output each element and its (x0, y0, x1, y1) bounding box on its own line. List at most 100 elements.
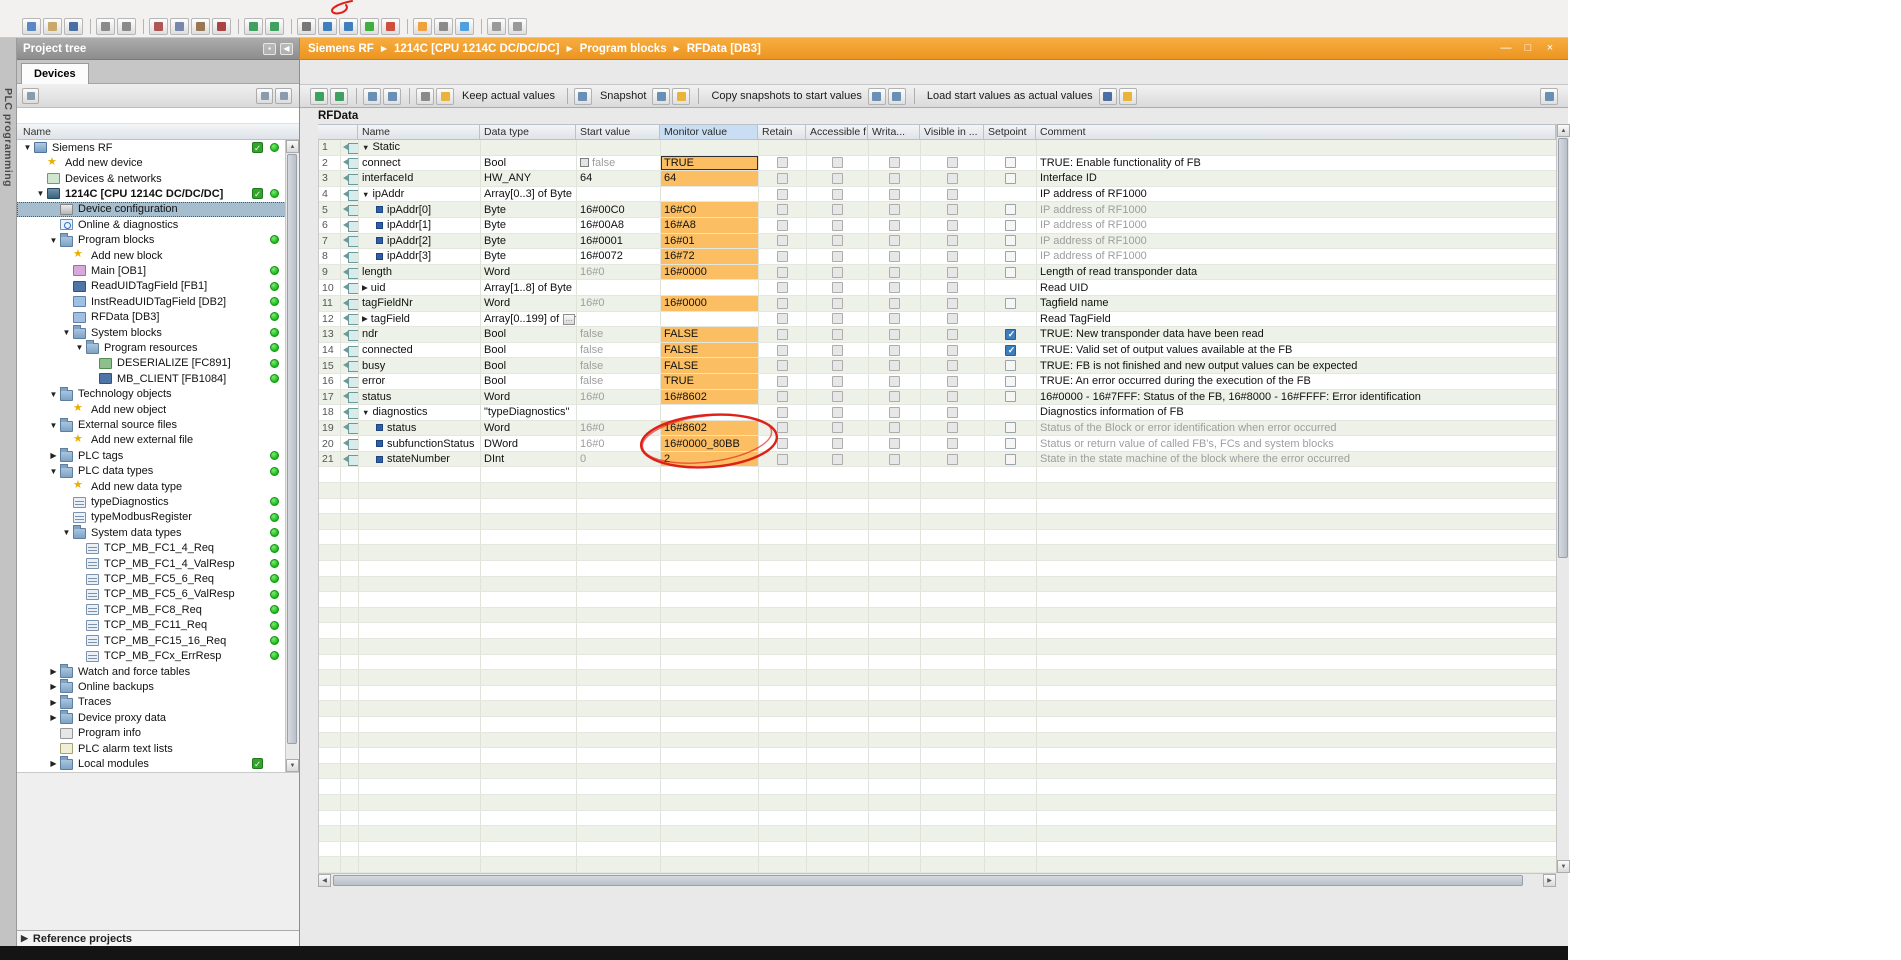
details-view-icon[interactable] (256, 88, 273, 104)
cell-start-value[interactable]: false (577, 358, 661, 373)
open-project-icon[interactable] (43, 18, 62, 35)
expand-right-icon[interactable]: ▶ (48, 698, 59, 707)
checkbox[interactable] (777, 267, 788, 278)
expand-right-icon[interactable]: ▶ (48, 451, 59, 460)
cell-start-value[interactable]: false (577, 156, 661, 171)
checkbox[interactable] (889, 173, 900, 184)
cell-data-type[interactable]: Array[0..3] of Byte (481, 187, 577, 202)
checkbox[interactable] (1005, 251, 1016, 262)
cell-name[interactable]: connected (359, 343, 481, 358)
checkbox[interactable] (777, 235, 788, 246)
paste-icon[interactable] (191, 18, 210, 35)
checkbox[interactable] (777, 204, 788, 215)
table-row-ipaddr-2[interactable]: 7ipAddr[2]Byte16#000116#01IP address of … (319, 234, 1556, 250)
filter-icon[interactable] (22, 88, 39, 104)
cell-comment[interactable]: 16#0000 - 16#7FFF: Status of the FB, 16#… (1037, 390, 1556, 405)
cell-data-type[interactable]: Byte (481, 202, 577, 217)
cell-start-value[interactable]: 16#00A8 (577, 218, 661, 233)
tree-item-plc-tags[interactable]: ▶PLC tags (17, 448, 286, 463)
copy-icon[interactable] (170, 18, 189, 35)
checkbox[interactable] (947, 282, 958, 293)
checkbox[interactable] (777, 438, 788, 449)
checkbox[interactable] (947, 422, 958, 433)
checkbox[interactable] (777, 220, 788, 231)
cell-monitor-value[interactable]: FALSE (661, 327, 759, 342)
load-start-values-icon[interactable] (1099, 88, 1117, 105)
tree-item-program-info[interactable]: Program info (17, 725, 286, 740)
copy-setpoints-to-start-icon[interactable] (888, 88, 906, 105)
tree-item-technology-objects[interactable]: ▼Technology objects (17, 387, 286, 402)
tree-item-tcp-mb-fc5-6-valresp[interactable]: TCP_MB_FC5_6_ValResp (17, 587, 286, 602)
cell-monitor-value[interactable]: TRUE (661, 156, 759, 171)
expand-down-icon[interactable]: ▼ (61, 528, 72, 537)
tree-item-traces[interactable]: ▶Traces (17, 695, 286, 710)
checkbox[interactable] (889, 422, 900, 433)
close-button[interactable]: × (1540, 41, 1560, 57)
table-row-status[interactable]: 19statusWord16#016#8602Status of the Blo… (319, 421, 1556, 437)
checkbox[interactable] (889, 360, 900, 371)
collapse-panel-icon[interactable]: ◀ (280, 43, 293, 55)
tree-item-add-new-data-type[interactable]: Add new data type (17, 479, 286, 494)
tree-item-online-backups[interactable]: ▶Online backups (17, 679, 286, 694)
cell-monitor-value[interactable]: 16#01 (661, 234, 759, 249)
checkbox[interactable] (777, 391, 788, 402)
table-row-length[interactable]: 9lengthWord16#016#0000Length of read tra… (319, 265, 1556, 281)
cell-start-value[interactable]: false (577, 327, 661, 342)
cell-monitor-value[interactable]: 2 (661, 452, 759, 467)
checkbox[interactable] (832, 329, 843, 340)
cell-name[interactable]: ▶tagField (359, 312, 481, 327)
toolbar-button-copy-snapshots-to-start-values[interactable]: Copy snapshots to start values (705, 88, 867, 104)
update-interface-icon[interactable] (383, 88, 401, 105)
table-row-subfunctionstatus[interactable]: 20subfunctionStatusDWord16#016#0000_80BB… (319, 436, 1556, 452)
cell-data-type[interactable]: Byte (481, 249, 577, 264)
checkbox[interactable] (832, 189, 843, 200)
h-scrollbar-thumb[interactable] (333, 875, 1523, 886)
cell-data-type[interactable] (481, 140, 577, 155)
expand-right-icon[interactable]: ▶ (21, 933, 28, 944)
checkbox[interactable] (947, 329, 958, 340)
cell-name[interactable]: ipAddr[3] (359, 249, 481, 264)
cell-comment[interactable]: TRUE: Valid set of output values availab… (1037, 343, 1556, 358)
checkbox[interactable] (777, 329, 788, 340)
tree-item-program-blocks[interactable]: ▼Program blocks (17, 232, 286, 247)
checkbox[interactable] (777, 298, 788, 309)
scroll-down-icon[interactable]: ▼ (286, 759, 299, 772)
checkbox[interactable] (777, 360, 788, 371)
reference-projects-bar[interactable]: ▶ Reference projects (17, 930, 299, 946)
print-icon[interactable] (96, 18, 115, 35)
online-diagnostics-icon[interactable] (455, 18, 474, 35)
tree-item-program-resources[interactable]: ▼Program resources (17, 340, 286, 355)
checkbox[interactable] (832, 313, 843, 324)
cell-monitor-value[interactable] (661, 140, 759, 155)
checkbox[interactable] (777, 251, 788, 262)
split-editor-icon[interactable] (508, 18, 527, 35)
cell-start-value[interactable]: 16#0 (577, 265, 661, 280)
checkbox[interactable] (832, 376, 843, 387)
checkbox[interactable] (777, 454, 788, 465)
scroll-down-icon[interactable]: ▼ (1557, 860, 1570, 873)
checkbox[interactable] (947, 220, 958, 231)
tree-scrollbar[interactable]: ▲ ▼ (285, 140, 298, 772)
cell-name[interactable]: connect (359, 156, 481, 171)
cell-comment[interactable]: IP address of RF1000 (1037, 187, 1556, 202)
checkbox[interactable] (832, 438, 843, 449)
compile-icon[interactable] (297, 18, 316, 35)
cell-comment[interactable]: State in the state machine of the block … (1037, 452, 1556, 467)
cell-monitor-value[interactable]: 16#0000_80BB (661, 436, 759, 451)
checkbox[interactable] (947, 376, 958, 387)
col-header-name[interactable]: Name (358, 125, 480, 139)
scroll-up-icon[interactable]: ▲ (286, 140, 299, 153)
cell-comment[interactable]: TRUE: Enable functionality of FB (1037, 156, 1556, 171)
tree-item-tcp-mb-fc8-req[interactable]: TCP_MB_FC8_Req (17, 602, 286, 617)
cell-start-value[interactable] (577, 405, 661, 420)
save-project-icon[interactable] (64, 18, 83, 35)
tree-item-devices-networks[interactable]: Devices & networks (17, 171, 286, 186)
collapse-all-icon[interactable] (275, 88, 292, 104)
print-preview-icon[interactable] (117, 18, 136, 35)
checkbox[interactable] (889, 189, 900, 200)
tree-item-tcp-mb-fc5-6-req[interactable]: TCP_MB_FC5_6_Req (17, 571, 286, 586)
breadcrumb-item-1214c-cpu-1214c-dc-dc-dc[interactable]: 1214C [CPU 1214C DC/DC/DC] (394, 43, 560, 55)
tree-item-plc-data-types[interactable]: ▼PLC data types (17, 464, 286, 479)
col-header-retain[interactable]: Retain (758, 125, 806, 139)
cell-monitor-value[interactable]: FALSE (661, 358, 759, 373)
